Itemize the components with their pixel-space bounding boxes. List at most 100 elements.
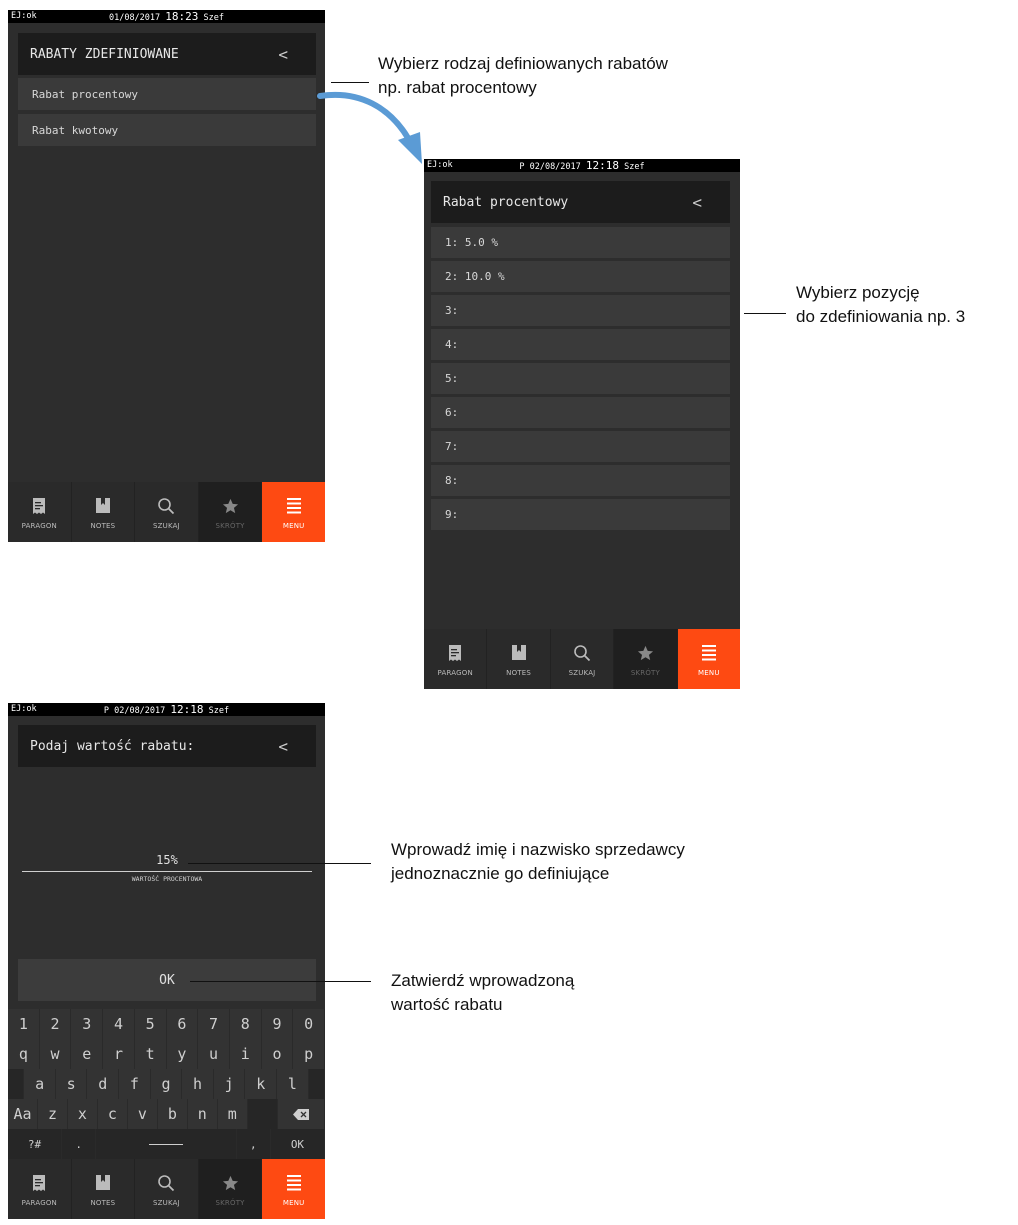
key[interactable]: c: [97, 1099, 128, 1129]
key[interactable]: z: [37, 1099, 68, 1129]
key[interactable]: i: [229, 1039, 262, 1069]
list-item[interactable]: 7:: [431, 431, 730, 462]
bottom-nav: PARAGON NOTES SZUKAJ SKRÓTY MENU: [424, 629, 740, 689]
key[interactable]: 2: [39, 1009, 72, 1039]
receipt-icon: [33, 1174, 46, 1191]
notes-icon: [95, 1175, 110, 1190]
tab-notes[interactable]: NOTES: [487, 629, 551, 689]
tab-skroty[interactable]: SKRÓTY: [614, 629, 678, 689]
key[interactable]: r: [103, 1039, 135, 1069]
page-title: RABATY ZDEFINIOWANE: [30, 46, 179, 62]
key[interactable]: v: [127, 1099, 158, 1129]
list-item[interactable]: 4:: [431, 329, 730, 360]
tab-szukaj[interactable]: SZUKAJ: [551, 629, 615, 689]
screen-enter-discount: EJ:ok P 02/08/2017 12:18 Szef Podaj wart…: [8, 703, 325, 1219]
key[interactable]: x: [67, 1099, 98, 1129]
menu-icon: [286, 498, 301, 514]
status-time: 12:18: [170, 703, 204, 716]
tab-szukaj[interactable]: SZUKAJ: [135, 482, 199, 542]
shift-key[interactable]: Aa: [8, 1099, 38, 1129]
star-icon: [637, 645, 654, 660]
key[interactable]: 1: [8, 1009, 40, 1039]
status-date: 01/08/2017: [108, 13, 161, 23]
list-item[interactable]: 6:: [431, 397, 730, 428]
key[interactable]: l: [277, 1069, 309, 1099]
key[interactable]: 0: [293, 1009, 325, 1039]
tab-menu[interactable]: MENU: [262, 482, 325, 542]
ok-button[interactable]: OK: [18, 959, 316, 1001]
key[interactable]: 6: [166, 1009, 199, 1039]
key[interactable]: d: [87, 1069, 120, 1099]
symbols-key[interactable]: ?#: [8, 1129, 63, 1159]
key[interactable]: m: [217, 1099, 248, 1129]
callout-line: [188, 863, 371, 864]
key[interactable]: a: [24, 1069, 56, 1099]
list-item-rabat-kwotowy[interactable]: Rabat kwotowy: [18, 114, 316, 146]
tab-skroty[interactable]: SKRÓTY: [198, 482, 263, 542]
list-item[interactable]: 5:: [431, 363, 730, 394]
key[interactable]: 5: [134, 1009, 167, 1039]
tab-paragon[interactable]: PARAGON: [8, 482, 72, 542]
menu-icon: [701, 645, 716, 661]
back-button[interactable]: <: [278, 33, 288, 75]
key[interactable]: b: [157, 1099, 188, 1129]
back-button[interactable]: <: [278, 725, 288, 767]
search-icon: [158, 1174, 175, 1191]
key[interactable]: 8: [229, 1009, 262, 1039]
list-item[interactable]: 8:: [431, 465, 730, 496]
key[interactable]: j: [213, 1069, 246, 1099]
key[interactable]: q: [8, 1039, 40, 1069]
list-item-rabat-procentowy[interactable]: Rabat procentowy: [18, 78, 316, 110]
screen-header: RABATY ZDEFINIOWANE <: [18, 33, 316, 75]
tab-menu[interactable]: MENU: [262, 1159, 325, 1219]
keyboard-ok-key[interactable]: OK: [270, 1129, 325, 1159]
key[interactable]: 9: [261, 1009, 294, 1039]
dot-key[interactable]: .: [62, 1129, 97, 1159]
list-item[interactable]: 9:: [431, 499, 730, 530]
key[interactable]: 3: [71, 1009, 104, 1039]
key[interactable]: o: [261, 1039, 294, 1069]
key[interactable]: e: [71, 1039, 104, 1069]
key[interactable]: f: [119, 1069, 151, 1099]
key[interactable]: t: [134, 1039, 167, 1069]
search-icon: [158, 497, 175, 514]
onscreen-keyboard: 1 2 3 4 5 6 7 8 9 0 q w e r t y u i o p …: [8, 1009, 325, 1159]
tab-paragon[interactable]: PARAGON: [8, 1159, 72, 1219]
space-key[interactable]: [96, 1129, 237, 1159]
status-bar: EJ:ok 01/08/2017 18:23 Szef: [8, 10, 325, 23]
key[interactable]: p: [293, 1039, 325, 1069]
back-button[interactable]: <: [692, 181, 702, 223]
tab-skroty[interactable]: SKRÓTY: [198, 1159, 263, 1219]
tab-notes[interactable]: NOTES: [72, 1159, 136, 1219]
status-user: Szef: [624, 162, 645, 172]
key[interactable]: u: [198, 1039, 230, 1069]
key-spacer: [8, 1069, 25, 1099]
key[interactable]: h: [182, 1069, 214, 1099]
key[interactable]: 7: [198, 1009, 230, 1039]
status-time: 18:23: [165, 10, 199, 23]
star-icon: [222, 1175, 238, 1190]
list-item[interactable]: 1: 5.0 %: [431, 227, 730, 258]
comma-key[interactable]: ,: [236, 1129, 271, 1159]
annotation-confirm: Zatwierdź wprowadzoną wartość rabatu: [391, 971, 575, 1014]
key[interactable]: k: [245, 1069, 278, 1099]
status-user: Szef: [203, 13, 225, 23]
key-spacer: [308, 1069, 325, 1099]
key[interactable]: 4: [103, 1009, 135, 1039]
list-item[interactable]: 3:: [431, 295, 730, 326]
key[interactable]: w: [39, 1039, 72, 1069]
key[interactable]: g: [150, 1069, 183, 1099]
key[interactable]: s: [55, 1069, 88, 1099]
tab-szukaj[interactable]: SZUKAJ: [135, 1159, 199, 1219]
tab-notes[interactable]: NOTES: [72, 482, 136, 542]
backspace-key[interactable]: [277, 1099, 325, 1129]
backspace-icon: [292, 1108, 309, 1120]
tab-paragon[interactable]: PARAGON: [424, 629, 488, 689]
key[interactable]: n: [187, 1099, 218, 1129]
receipt-icon: [449, 644, 462, 661]
key[interactable]: y: [166, 1039, 199, 1069]
list-item[interactable]: 2: 10.0 %: [431, 261, 730, 292]
discount-value-input[interactable]: 15% WARTOŚĆ PROCENTOWA: [22, 851, 312, 891]
notes-icon: [511, 645, 526, 660]
tab-menu[interactable]: MENU: [677, 629, 740, 689]
